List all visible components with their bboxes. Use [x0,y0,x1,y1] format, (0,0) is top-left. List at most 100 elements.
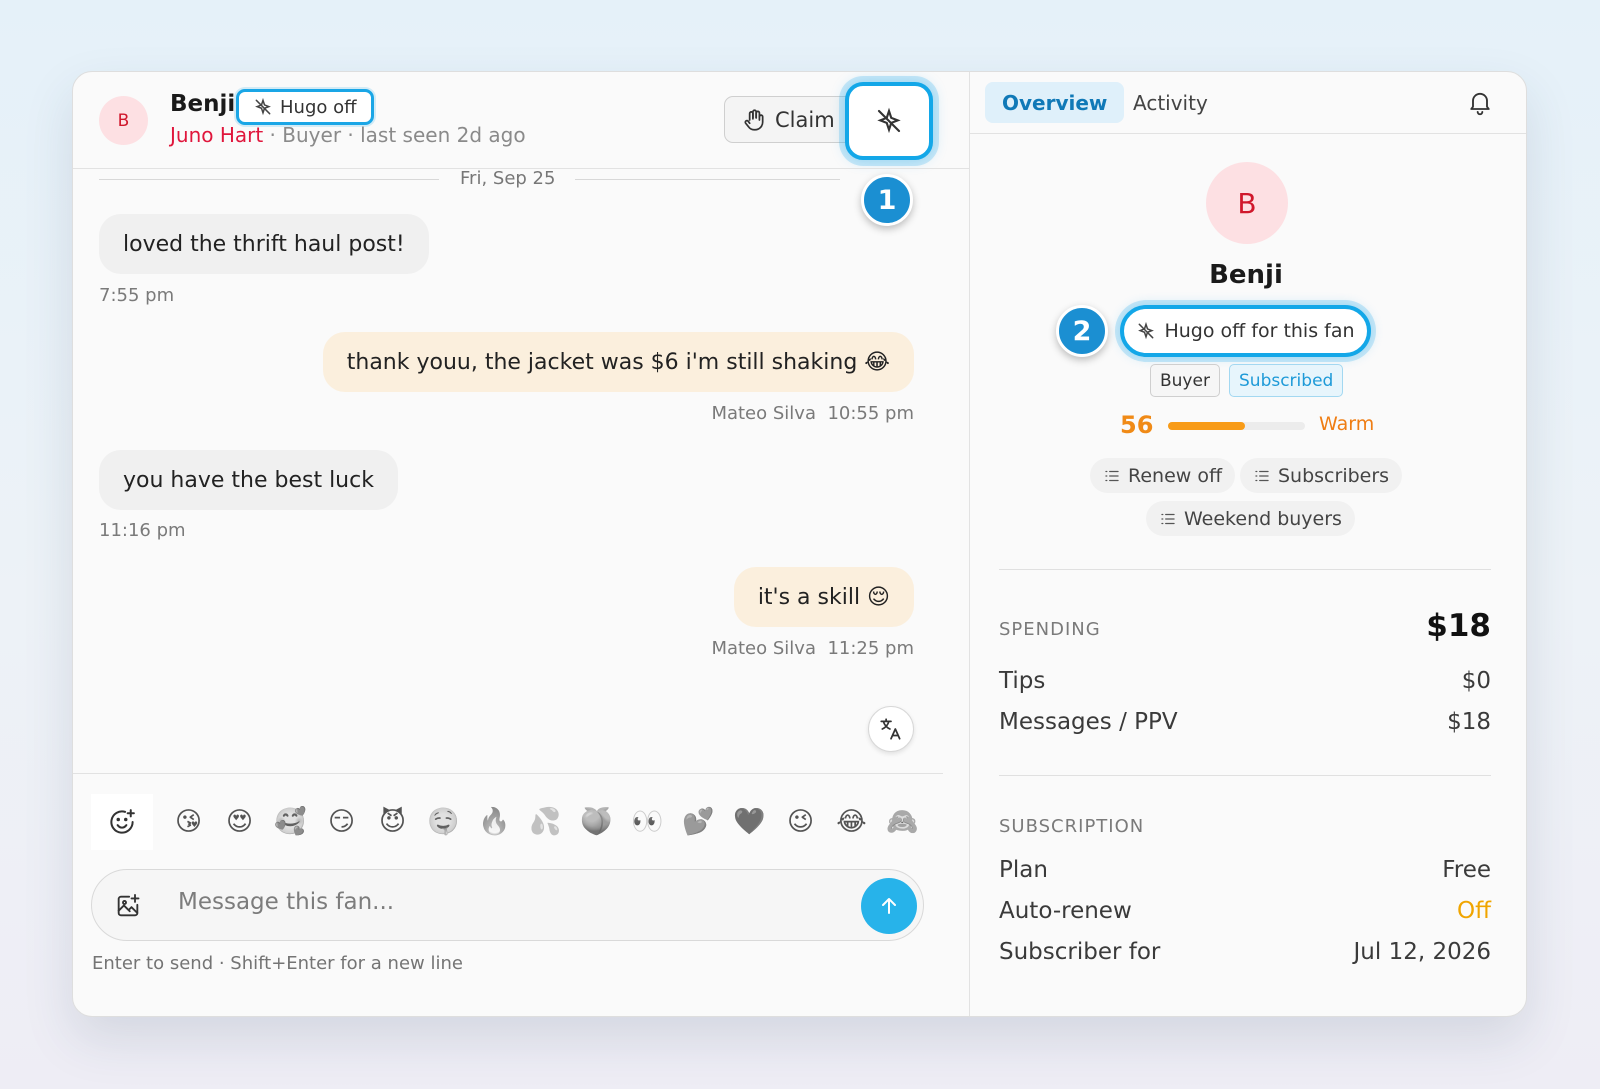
message-sender: Mateo Silva [711,403,816,424]
sparkle-off-icon [877,107,901,134]
hugo-fan-toggle-label: Hugo off for this fan [1164,320,1355,342]
quick-emoji[interactable]: 🖤 [724,794,775,850]
message-text: thank youu, the jacket was $6 i'm still … [346,349,890,375]
message-time: 11:16 pm [99,520,186,541]
profile-avatar: B [1206,162,1288,244]
quick-emoji[interactable]: 😈 [367,794,418,850]
hugo-status-pill[interactable]: Hugo off [236,89,374,125]
quick-emoji[interactable]: 💦 [520,794,571,850]
list-chip-label: Weekend buyers [1184,507,1342,530]
list-icon [1161,513,1175,524]
message-incoming: you have the best luck [99,450,398,510]
bell-icon [1470,92,1490,116]
fan-subtitle: Juno Hart · Buyer · last seen 2d ago [170,123,526,147]
quick-emoji[interactable]: 😍 [214,794,265,850]
claim-button[interactable]: Claim [724,96,862,143]
emoji-add-icon [110,809,135,834]
quick-emoji[interactable]: 🥰 [265,794,316,850]
composer-hint: Enter to send · Shift+Enter for a new li… [92,953,463,974]
fan-avatar: B [99,96,148,145]
callout-badge-1: 1 [861,174,913,226]
message-composer: Message this fan... [91,869,924,941]
spending-ppv-label: Messages / PPV [999,709,1178,735]
composer-divider [73,773,943,774]
message-outgoing: it's a skill 😌 [733,567,914,627]
spending-ppv-value: $18 [1447,709,1491,735]
message-text: loved the thrift haul post! [123,231,405,257]
date-divider-label: Fri, Sep 25 [460,168,556,189]
quick-emoji-bar: 😘 😍 🥰 😏 😈 🤤 🔥 💦 🍑 👀 💕 🖤 😉 😂 🙈 [91,794,928,850]
hugo-status-label: Hugo off [280,96,357,118]
quick-emoji[interactable]: 😘 [163,794,214,850]
hand-icon [744,108,764,131]
message-meta: Mateo Silva 11:25 pm [711,638,914,659]
date-divider-right [575,179,840,180]
quick-emoji[interactable]: 🤤 [418,794,469,850]
fan-profile-panel: Overview Activity B Benji 2 Hugo off for… [970,72,1526,1016]
spending-total: $18 [1426,608,1491,644]
translate-icon [880,718,901,740]
profile-name: Benji [1209,260,1283,290]
emoji-picker-button[interactable] [91,794,153,850]
quick-emoji[interactable]: 🍑 [571,794,622,850]
translate-button[interactable] [868,706,914,752]
profile-avatar-initial: B [1237,186,1257,220]
fan-meta: · Buyer · last seen 2d ago [263,123,526,147]
subscriber-for-value: Jul 12, 2026 [1353,939,1491,965]
plan-label: Plan [999,857,1048,883]
callout-badge-2: 2 [1056,305,1108,357]
auto-renew-value: Off [1457,898,1491,924]
subscriber-for-label: Subscriber for [999,939,1161,965]
message-text: you have the best luck [123,467,374,493]
tag-buyer: Buyer [1150,364,1220,397]
send-button[interactable] [861,878,917,934]
tabs-divider [970,133,1526,134]
score-label: Warm [1319,413,1375,435]
message-time: 10:55 pm [827,403,914,424]
sparkle-off-icon [1138,321,1155,340]
quick-emoji[interactable]: 😏 [316,794,367,850]
spending-tips-value: $0 [1461,668,1491,694]
list-chip[interactable]: Subscribers [1240,458,1403,493]
list-chip[interactable]: Weekend buyers [1146,501,1355,536]
quick-emoji[interactable]: 🔥 [469,794,520,850]
sparkle-off-icon [255,97,271,116]
message-input[interactable]: Message this fan... [178,889,394,915]
arrow-up-icon [882,898,896,914]
engagement-score: 56 [1120,411,1154,439]
fan-name: Benji [170,91,236,117]
list-chip[interactable]: Renew off [1090,458,1236,493]
creator-name[interactable]: Juno Hart [170,123,263,147]
tab-activity[interactable]: Activity [1116,82,1225,123]
spending-title: SPENDING [999,619,1101,640]
fan-avatar-initial: B [117,110,130,131]
hugo-toggle-button[interactable] [845,82,933,160]
message-time: 7:55 pm [99,285,175,306]
date-divider-left [99,179,439,180]
hugo-fan-toggle[interactable]: Hugo off for this fan [1120,305,1371,357]
list-chip-label: Subscribers [1278,464,1390,487]
tag-subscribed: Subscribed [1229,364,1344,397]
message-text: it's a skill 😌 [757,584,890,610]
subscription-title: SUBSCRIPTION [999,816,1145,837]
message-time: 11:25 pm [827,638,914,659]
message-outgoing: thank youu, the jacket was $6 i'm still … [322,332,914,392]
score-bar-fill [1168,422,1245,430]
spending-tips-label: Tips [999,668,1046,694]
quick-emoji[interactable]: 🙈 [877,794,928,850]
quick-emoji[interactable]: 💕 [673,794,724,850]
quick-emoji[interactable]: 👀 [622,794,673,850]
claim-label: Claim [775,107,835,132]
image-add-icon[interactable] [114,892,142,920]
app-window: B Benji Hugo off Juno Hart · Buyer · las… [72,71,1527,1017]
quick-emoji[interactable]: 😉 [775,794,826,850]
notifications-button[interactable] [1466,88,1494,120]
tab-overview[interactable]: Overview [985,82,1125,123]
quick-emoji[interactable]: 😂 [826,794,877,850]
plan-value: Free [1442,857,1491,883]
section-divider [999,569,1491,570]
message-sender: Mateo Silva [711,638,816,659]
section-divider [999,775,1491,776]
message-incoming: loved the thrift haul post! [99,214,429,274]
list-icon [1105,470,1119,481]
